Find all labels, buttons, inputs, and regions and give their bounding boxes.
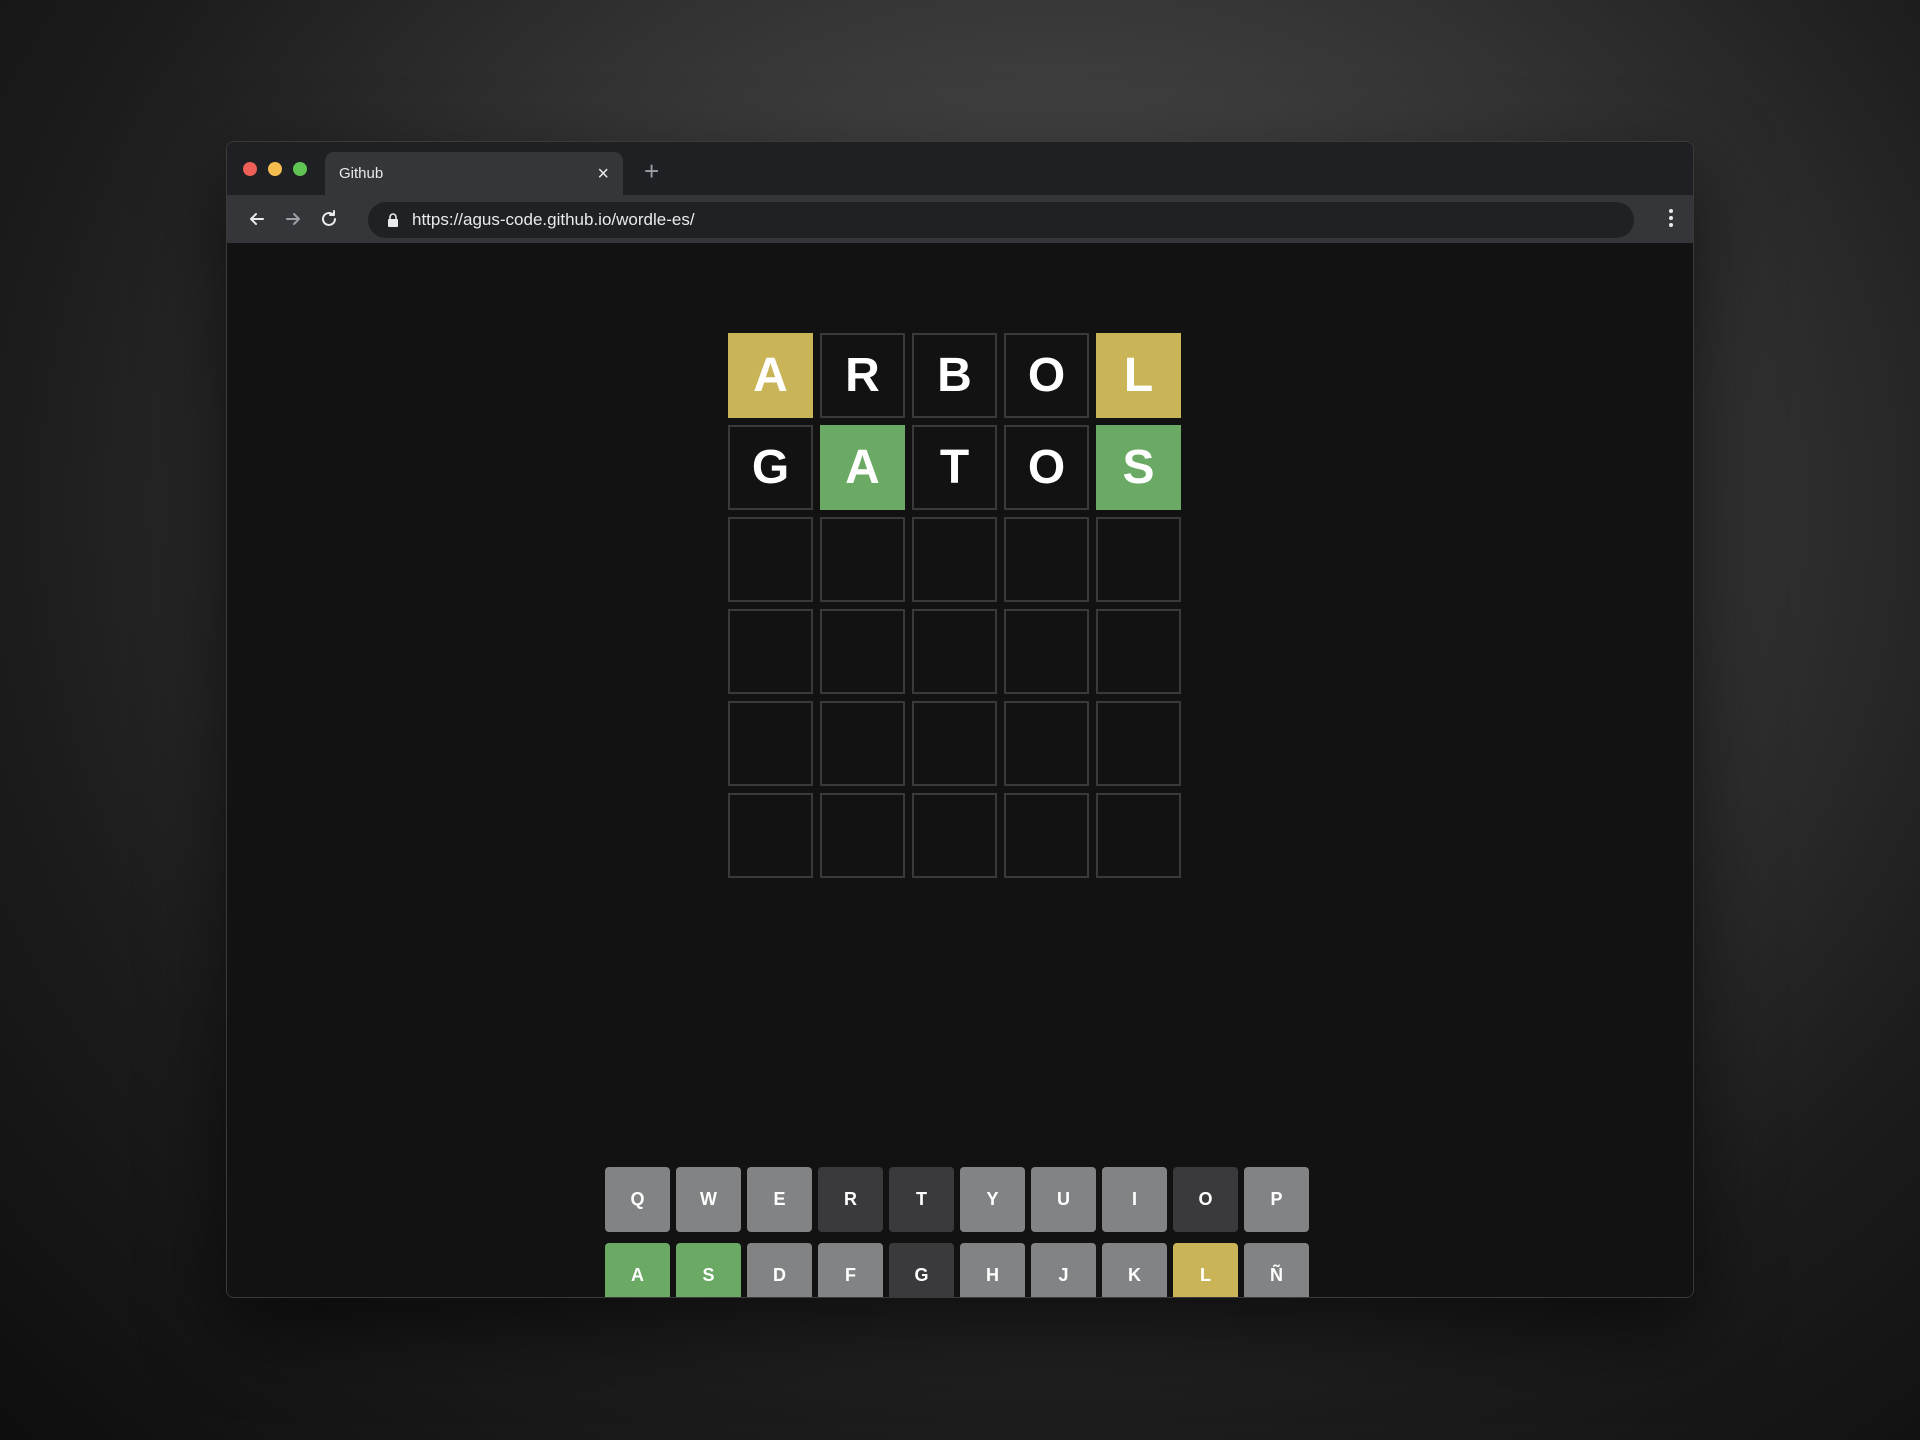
key-s[interactable]: S [676, 1243, 741, 1297]
board-tile: O [1004, 425, 1089, 510]
close-window-button[interactable] [243, 162, 257, 176]
board-tile [1096, 701, 1181, 786]
board-tile: T [912, 425, 997, 510]
board-tile [820, 609, 905, 694]
board-tile [1096, 517, 1181, 602]
browser-window: Github × + https://agus-code.github.io/w… [226, 141, 1694, 1298]
address-bar[interactable]: https://agus-code.github.io/wordle-es/ [368, 202, 1634, 238]
board-tile [728, 701, 813, 786]
board-tile [912, 701, 997, 786]
tab-title: Github [339, 165, 384, 182]
key-ñ[interactable]: Ñ [1244, 1243, 1309, 1297]
board-tile [728, 609, 813, 694]
arrow-left-icon [250, 213, 264, 225]
key-a[interactable]: A [605, 1243, 670, 1297]
game-page: ARBOLGATOS QWERTYUIOPASDFGHJKLÑENVIARZXC… [227, 243, 1693, 1297]
back-button[interactable] [239, 201, 275, 237]
on-screen-keyboard: QWERTYUIOPASDFGHJKLÑENVIARZXCVBNM [605, 1167, 1309, 1297]
key-o[interactable]: O [1173, 1167, 1238, 1232]
board-tile [820, 793, 905, 878]
key-p[interactable]: P [1244, 1167, 1309, 1232]
board-tile: A [728, 333, 813, 418]
key-h[interactable]: H [960, 1243, 1025, 1297]
key-f[interactable]: F [818, 1243, 883, 1297]
key-u[interactable]: U [1031, 1167, 1096, 1232]
arrow-right-icon [286, 213, 300, 225]
board-tile [912, 517, 997, 602]
browser-tab[interactable]: Github × [325, 152, 623, 195]
board-tile: B [912, 333, 997, 418]
key-w[interactable]: W [676, 1167, 741, 1232]
key-q[interactable]: Q [605, 1167, 670, 1232]
game-board: ARBOLGATOS [728, 333, 1181, 878]
board-tile [820, 701, 905, 786]
board-tile: S [1096, 425, 1181, 510]
maximize-window-button[interactable] [293, 162, 307, 176]
key-l[interactable]: L [1173, 1243, 1238, 1297]
board-tile: G [728, 425, 813, 510]
forward-button[interactable] [275, 201, 311, 237]
board-tile [1096, 793, 1181, 878]
plus-icon[interactable]: + [644, 156, 659, 187]
board-tile: A [820, 425, 905, 510]
key-d[interactable]: D [747, 1243, 812, 1297]
keyboard-row: ASDFGHJKLÑ [605, 1243, 1309, 1297]
key-y[interactable]: Y [960, 1167, 1025, 1232]
board-tile [912, 793, 997, 878]
board-tile: O [1004, 333, 1089, 418]
window-controls [243, 162, 307, 176]
board-tile [912, 609, 997, 694]
reload-button[interactable] [311, 201, 347, 237]
board-tile [1004, 793, 1089, 878]
board-tile [728, 793, 813, 878]
key-r[interactable]: R [818, 1167, 883, 1232]
key-k[interactable]: K [1102, 1243, 1167, 1297]
close-icon[interactable]: × [597, 164, 609, 184]
key-t[interactable]: T [889, 1167, 954, 1232]
board-tile: L [1096, 333, 1181, 418]
key-j[interactable]: J [1031, 1243, 1096, 1297]
keyboard-row: QWERTYUIOP [605, 1167, 1309, 1232]
more-menu-icon[interactable] [1663, 207, 1679, 229]
key-e[interactable]: E [747, 1167, 812, 1232]
url-text: https://agus-code.github.io/wordle-es/ [412, 210, 695, 229]
board-tile [1004, 517, 1089, 602]
board-tile [1004, 609, 1089, 694]
board-tile [820, 517, 905, 602]
board-tile [1004, 701, 1089, 786]
board-tile: R [820, 333, 905, 418]
browser-toolbar: https://agus-code.github.io/wordle-es/ [227, 195, 1693, 243]
lock-icon [388, 213, 398, 227]
board-tile [1096, 609, 1181, 694]
board-tile [728, 517, 813, 602]
tab-bar: Github × + [227, 142, 1693, 195]
key-i[interactable]: I [1102, 1167, 1167, 1232]
minimize-window-button[interactable] [268, 162, 282, 176]
key-g[interactable]: G [889, 1243, 954, 1297]
reload-icon [322, 210, 336, 226]
